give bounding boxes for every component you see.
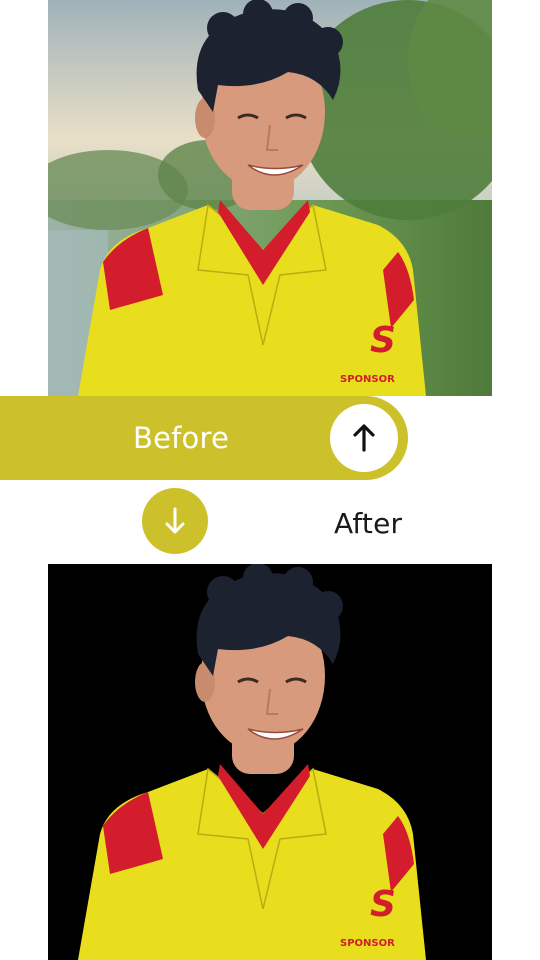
shirt-logo: SPONSOR (340, 374, 395, 385)
before-label: Before (133, 421, 230, 455)
shirt-logo: SPONSOR (340, 938, 395, 949)
svg-text:S: S (370, 320, 396, 361)
show-before-button[interactable] (330, 404, 398, 472)
after-label: After (334, 507, 403, 540)
after-photo: S SPONSOR (48, 564, 492, 960)
before-photo: S SPONSOR (48, 0, 492, 396)
show-after-button[interactable] (142, 488, 208, 554)
arrow-down-icon (165, 507, 185, 534)
arrow-up-icon (353, 424, 375, 452)
svg-text:S: S (370, 884, 396, 925)
